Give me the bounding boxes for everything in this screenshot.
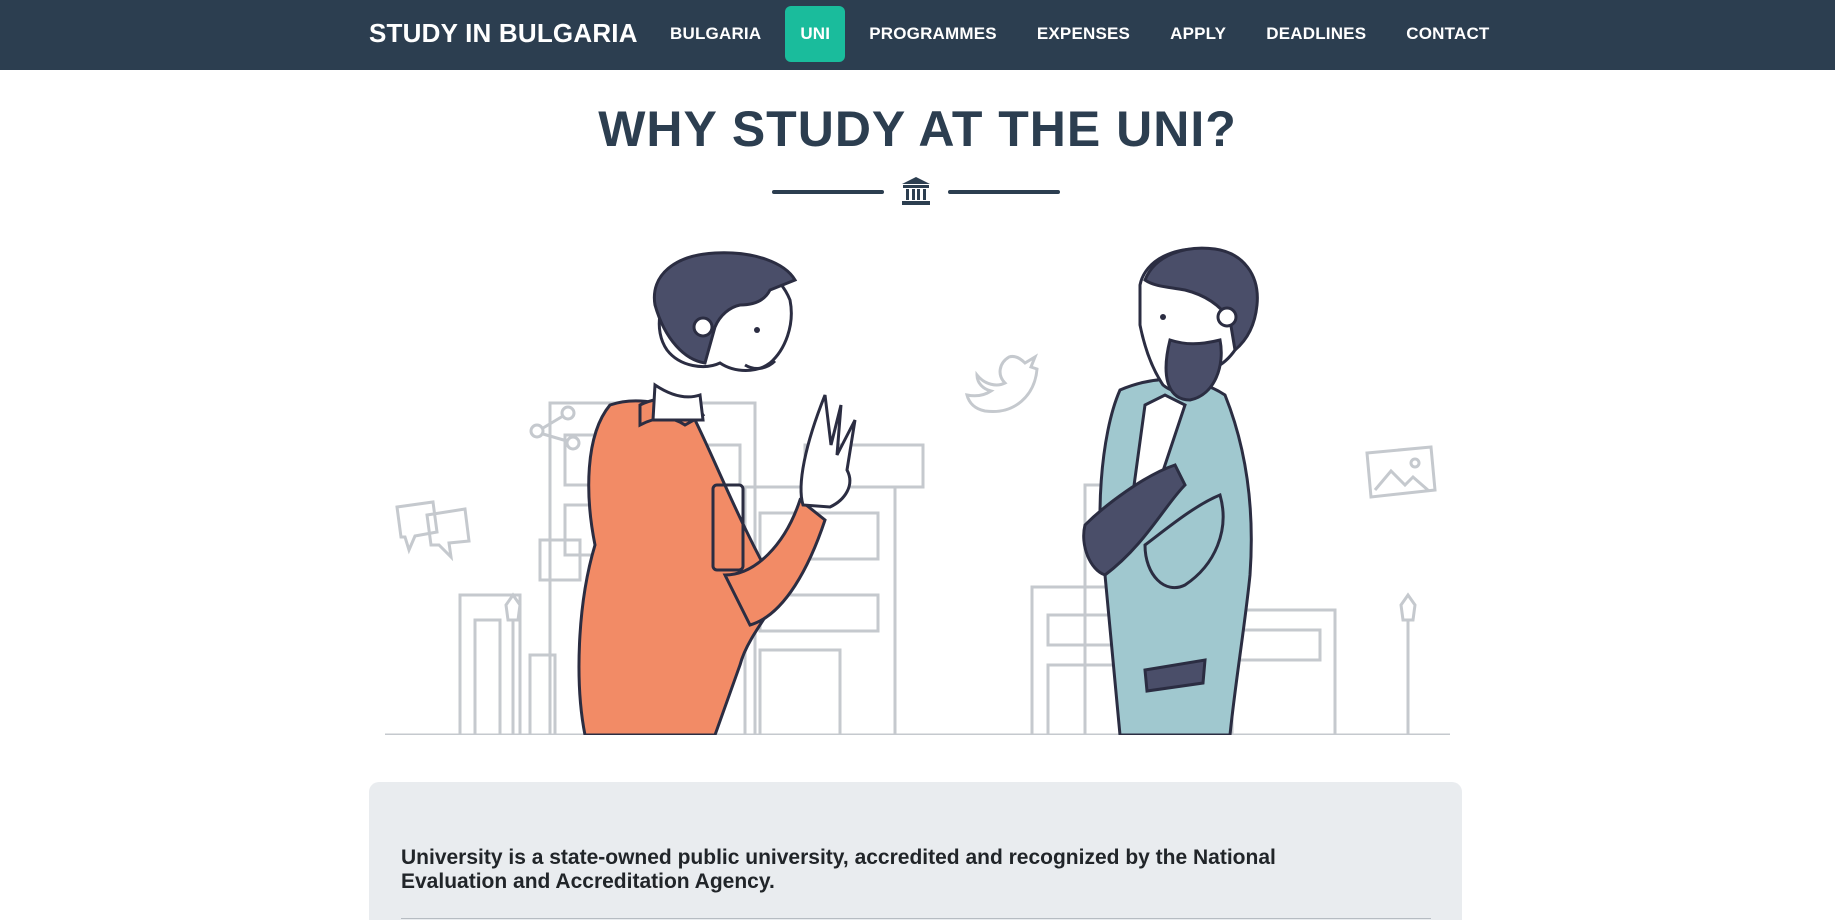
page: STUDY IN BULGARIA BULGARIA UNI PROGRAMME… — [0, 0, 1835, 920]
divider-line-left — [772, 190, 884, 194]
nav-item-bulgaria[interactable]: BULGARIA — [650, 6, 781, 62]
page-title: WHY STUDY AT THE UNI? — [598, 101, 1237, 157]
nav-item-uni[interactable]: UNI — [785, 6, 846, 62]
nav-item-expenses[interactable]: EXPENSES — [1017, 6, 1150, 62]
title-divider — [772, 173, 1060, 213]
info-card-divider — [401, 918, 1431, 919]
nav-item-programmes[interactable]: PROGRAMMES — [849, 6, 1017, 62]
navbar: STUDY IN BULGARIA BULGARIA UNI PROGRAMME… — [0, 0, 1835, 70]
share-icon — [529, 405, 581, 451]
university-icon — [902, 177, 930, 205]
student-left — [577, 251, 857, 735]
brand-logo[interactable]: STUDY IN BULGARIA — [369, 18, 638, 49]
background-buildings — [385, 401, 1450, 735]
chat-bubbles-icon — [395, 500, 471, 562]
divider-line-right — [948, 190, 1060, 194]
info-card-text: University is a state-owned public unive… — [401, 846, 1276, 893]
twitter-icon — [964, 353, 1039, 413]
info-card: University is a state-owned public unive… — [369, 782, 1462, 920]
student-right — [1082, 246, 1259, 735]
nav-item-contact[interactable]: CONTACT — [1386, 6, 1509, 62]
students-talking-illustration — [385, 246, 1450, 735]
image-icon — [1365, 445, 1437, 499]
main-nav: BULGARIA UNI PROGRAMMES EXPENSES APPLY D… — [650, 6, 1510, 62]
nav-item-apply[interactable]: APPLY — [1150, 6, 1246, 62]
nav-item-deadlines[interactable]: DEADLINES — [1246, 6, 1386, 62]
